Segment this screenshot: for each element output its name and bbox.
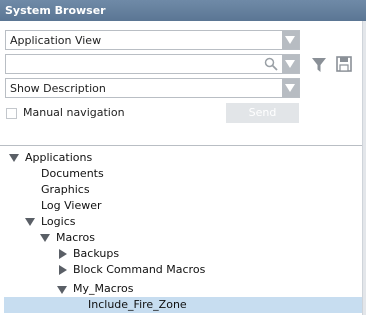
view-select[interactable]: Application View xyxy=(5,30,300,50)
tree-node-graphics[interactable]: Graphics xyxy=(41,182,90,198)
tree-node-block-command-macros[interactable]: Block Command Macros xyxy=(73,262,205,278)
chevron-down-icon[interactable] xyxy=(282,79,299,97)
tree-node-log-viewer[interactable]: Log Viewer xyxy=(41,198,102,214)
window-titlebar: System Browser xyxy=(0,0,366,21)
send-button[interactable]: Send xyxy=(226,103,299,123)
panel-right-border xyxy=(362,21,366,315)
expand-toggle-macros[interactable] xyxy=(40,234,50,242)
filter-icon[interactable] xyxy=(311,57,327,73)
description-select[interactable]: Show Description xyxy=(5,78,300,98)
tree-node-documents[interactable]: Documents xyxy=(41,166,104,182)
expand-toggle-logics[interactable] xyxy=(25,218,35,226)
expand-toggle-applications[interactable] xyxy=(9,154,19,162)
search-input[interactable] xyxy=(5,54,300,74)
tree-node-include-fire-zone[interactable]: Include_Fire_Zone xyxy=(88,297,187,313)
manual-navigation-checkbox[interactable] xyxy=(6,108,17,119)
tree-node-backups[interactable]: Backups xyxy=(73,246,119,262)
tree-node-applications[interactable]: Applications xyxy=(25,150,92,166)
expand-toggle-my-macros[interactable] xyxy=(57,286,67,294)
tree-node-macros[interactable]: Macros xyxy=(56,230,95,246)
collapse-toggle-block-command-macros[interactable] xyxy=(59,265,67,275)
tree-node-logics[interactable]: Logics xyxy=(41,214,75,230)
chevron-down-icon[interactable] xyxy=(282,31,299,49)
view-select-value: Application View xyxy=(10,34,102,47)
save-icon[interactable] xyxy=(336,56,352,72)
window-title: System Browser xyxy=(5,4,106,17)
collapse-toggle-backups[interactable] xyxy=(59,249,67,259)
chevron-down-icon[interactable] xyxy=(282,55,299,73)
manual-navigation-label: Manual navigation xyxy=(23,106,125,119)
search-icon[interactable] xyxy=(264,57,278,71)
tree-node-my-macros[interactable]: My_Macros xyxy=(73,281,134,297)
description-select-value: Show Description xyxy=(10,82,106,95)
